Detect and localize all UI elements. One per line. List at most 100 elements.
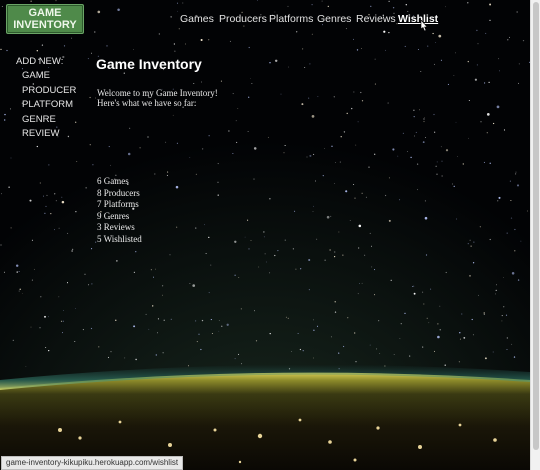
sidebar-item-review[interactable]: REVIEW [22,128,59,139]
star [417,189,419,191]
star [89,96,91,99]
star [152,276,155,278]
star [353,91,355,93]
star [47,316,49,318]
star [486,132,488,134]
star [174,50,176,52]
star [89,144,91,146]
star [437,335,440,339]
nav-producers[interactable]: Producers [219,13,267,25]
star [514,228,516,231]
star [415,131,417,133]
scrollbar-thumb[interactable] [533,2,539,450]
star [285,316,287,318]
star [424,200,426,202]
star [300,268,302,270]
star [383,30,386,33]
star [173,43,176,45]
star [208,292,210,294]
star [91,248,93,250]
star [518,63,520,65]
star [39,182,41,184]
nav-reviews[interactable]: Reviews [356,13,396,25]
star [129,127,131,129]
sidebar-item-game[interactable]: GAME [22,70,50,81]
sidebar-item-producer[interactable]: PRODUCER [22,85,76,96]
star [288,66,289,68]
star [393,353,395,356]
star [498,196,501,199]
star [238,277,240,278]
star [445,6,446,8]
star [371,266,373,268]
star [423,120,425,123]
star [247,219,249,221]
star [522,39,525,42]
star [308,258,311,262]
star [31,279,33,281]
star [189,157,191,158]
star [58,227,60,229]
nav-genres[interactable]: Genres [317,13,351,25]
star [43,195,44,197]
star [472,334,474,336]
nav-games[interactable]: Games [180,13,214,25]
star [18,270,20,272]
nav-platforms[interactable]: Platforms [269,13,313,25]
star [248,46,250,49]
star [423,118,425,120]
welcome-line-2: Here's what we have so far: [97,98,197,108]
star [496,105,500,109]
star [243,25,245,27]
star [55,0,57,2]
site-logo[interactable]: GAME INVENTORY [6,4,84,34]
star [313,357,314,359]
star [436,173,438,175]
star [226,323,229,326]
nav-wishlist[interactable]: Wishlist [398,13,438,25]
star [399,199,401,201]
star [62,320,64,322]
star [116,260,118,262]
star [133,49,134,50]
star [229,40,231,42]
star [75,308,76,309]
star [157,332,159,334]
vertical-scrollbar[interactable] [530,0,540,470]
star [486,113,490,116]
star [447,83,449,85]
star [218,319,220,321]
star [308,97,310,99]
star [71,37,73,39]
star [176,226,178,228]
star [75,211,77,213]
star [451,183,453,185]
star [489,238,491,241]
star [248,248,250,250]
star [495,289,497,291]
star [189,283,191,285]
star [63,45,66,47]
star [254,310,255,312]
star [385,194,387,197]
sidebar-item-platform[interactable]: PLATFORM [22,99,73,110]
star [330,215,332,217]
star [316,238,318,240]
stat-producers: 8 Producers [97,187,140,198]
inventory-stats: 6 Games 8 Producers 7 Platforms 9 Genres… [97,176,142,246]
star [387,102,389,104]
star [139,147,141,149]
sidebar-item-genre[interactable]: GENRE [22,114,56,125]
star [240,308,242,310]
star [39,327,41,329]
star [218,330,220,332]
star [463,337,466,339]
star [98,346,100,348]
star [210,264,212,266]
star [496,284,497,286]
star [123,72,125,74]
star [221,325,223,327]
star [97,10,101,14]
star [45,347,47,348]
star [152,305,154,307]
